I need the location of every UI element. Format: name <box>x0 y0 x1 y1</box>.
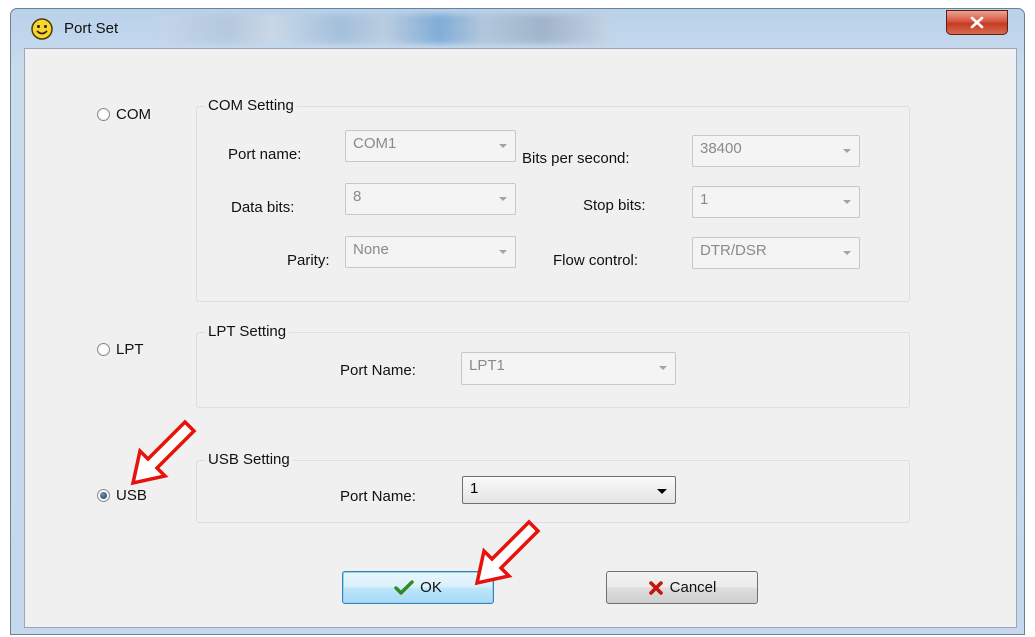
close-button[interactable] <box>946 10 1008 35</box>
com-radio[interactable]: COM <box>97 106 151 123</box>
ok-button-label: OK <box>420 579 442 596</box>
smiley-icon <box>31 18 53 40</box>
usb-radio[interactable]: USB <box>97 487 147 504</box>
lpt-port-name-combo[interactable]: LPT1 <box>461 352 676 385</box>
usb-radio-dot[interactable] <box>97 489 110 502</box>
com-radio-label: COM <box>116 106 151 123</box>
flow-control-value: DTR/DSR <box>700 242 767 259</box>
checkmark-icon <box>394 579 414 595</box>
usb-port-name-value: 1 <box>470 480 479 497</box>
com-radio-dot[interactable] <box>97 108 110 121</box>
usb-port-name-label: Port Name: <box>340 488 416 505</box>
stop-bits-combo[interactable]: 1 <box>692 186 860 218</box>
x-icon <box>648 580 663 595</box>
bits-per-second-combo[interactable]: 38400 <box>692 135 860 167</box>
chevron-down-icon <box>499 144 507 148</box>
usb-port-name-combo[interactable]: 1 <box>462 476 676 504</box>
com-setting-title: COM Setting <box>205 97 297 114</box>
window-title: Port Set <box>64 20 119 37</box>
parity-value: None <box>353 241 389 258</box>
chevron-down-icon <box>657 489 667 494</box>
bits-per-second-value: 38400 <box>700 140 742 157</box>
chevron-down-icon <box>499 250 507 254</box>
lpt-port-name-label: Port Name: <box>340 362 416 379</box>
chevron-down-icon <box>499 197 507 201</box>
ok-annotation-arrow <box>474 519 541 586</box>
usb-radio-label: USB <box>116 487 147 504</box>
data-bits-combo[interactable]: 8 <box>345 183 516 215</box>
com-port-name-combo[interactable]: COM1 <box>345 130 516 162</box>
stop-bits-label: Stop bits: <box>583 197 646 214</box>
stop-bits-value: 1 <box>700 191 709 208</box>
flow-control-label: Flow control: <box>553 252 639 269</box>
close-icon <box>970 16 984 29</box>
titlebar-background-blur <box>160 14 610 44</box>
parity-combo[interactable]: None <box>345 236 516 268</box>
lpt-radio[interactable]: LPT <box>97 341 144 358</box>
lpt-radio-label: LPT <box>116 341 144 358</box>
chevron-down-icon <box>659 366 667 370</box>
cancel-button-label: Cancel <box>669 579 717 596</box>
chevron-down-icon <box>843 200 851 204</box>
chevron-down-icon <box>843 251 851 255</box>
data-bits-value: 8 <box>353 188 362 205</box>
usb-setting-title: USB Setting <box>205 451 293 468</box>
lpt-radio-dot[interactable] <box>97 343 110 356</box>
data-bits-label: Data bits: <box>231 199 295 216</box>
parity-label: Parity: <box>287 252 330 269</box>
lpt-setting-title: LPT Setting <box>205 323 290 340</box>
com-port-name-label: Port name: <box>228 146 302 163</box>
lpt-port-name-value: LPT1 <box>469 357 505 374</box>
bits-per-second-label: Bits per second: <box>522 150 630 167</box>
com-port-name-value: COM1 <box>353 135 397 152</box>
flow-control-combo[interactable]: DTR/DSR <box>692 237 860 269</box>
usb-annotation-arrow <box>130 419 197 486</box>
chevron-down-icon <box>843 149 851 153</box>
cancel-button[interactable]: Cancel <box>606 571 758 604</box>
